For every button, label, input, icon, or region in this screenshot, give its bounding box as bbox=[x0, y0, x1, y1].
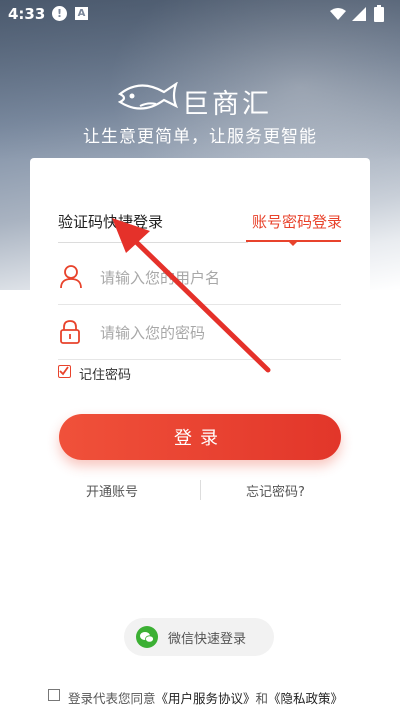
forgot-password-link[interactable]: 忘记密码? bbox=[246, 481, 305, 500]
status-time: 4:33 bbox=[8, 5, 46, 23]
password-input[interactable] bbox=[98, 318, 342, 348]
a-box-icon: A bbox=[75, 7, 88, 20]
agreement-prefix: 登录代表您同意 bbox=[68, 691, 156, 706]
agreement-text: 登录代表您同意《用户服务协议》和《隐私政策》 bbox=[68, 688, 343, 707]
open-account-link[interactable]: 开通账号 bbox=[86, 481, 138, 500]
agreement-and: 和 bbox=[255, 691, 269, 706]
check-icon bbox=[59, 366, 69, 376]
alert-icon: ! bbox=[52, 6, 67, 21]
slogan: 让生意更简单，让服务更智能 bbox=[83, 127, 317, 147]
logo-text: 巨商汇 bbox=[182, 89, 272, 120]
tab-sms-login[interactable]: 验证码快捷登录 bbox=[58, 211, 163, 232]
user-icon bbox=[60, 265, 82, 289]
remember-checkbox[interactable] bbox=[58, 365, 71, 378]
wifi-icon bbox=[330, 8, 346, 20]
tab-caret-icon bbox=[289, 242, 297, 246]
signal-icon bbox=[352, 7, 366, 21]
password-underline bbox=[58, 359, 341, 360]
login-card: 验证码快捷登录 账号密码登录 记住密码 登录 开通账号 忘记密码? bbox=[30, 158, 370, 518]
wechat-login-label: 微信快速登录 bbox=[168, 632, 247, 647]
username-underline bbox=[58, 304, 341, 305]
links-divider bbox=[200, 480, 201, 500]
username-input[interactable] bbox=[98, 263, 342, 293]
password-field bbox=[58, 308, 342, 360]
login-button[interactable]: 登录 bbox=[59, 414, 341, 460]
lock-icon bbox=[60, 320, 80, 344]
wechat-icon bbox=[136, 626, 158, 648]
battery-icon bbox=[374, 5, 384, 22]
tab-password-login[interactable]: 账号密码登录 bbox=[252, 211, 342, 232]
fish-logo-icon bbox=[118, 82, 179, 110]
brand-logo: 巨商汇 bbox=[0, 80, 400, 120]
agreement-checkbox[interactable] bbox=[48, 689, 60, 701]
remember-label: 记住密码 bbox=[79, 368, 132, 383]
wechat-login-button[interactable]: 微信快速登录 bbox=[124, 618, 274, 656]
tab-divider bbox=[58, 242, 248, 243]
privacy-link[interactable]: 《隐私政策》 bbox=[268, 691, 343, 706]
username-field bbox=[58, 253, 342, 305]
terms-link[interactable]: 《用户服务协议》 bbox=[156, 691, 256, 706]
status-bar: 4:33 ! A bbox=[0, 0, 400, 28]
